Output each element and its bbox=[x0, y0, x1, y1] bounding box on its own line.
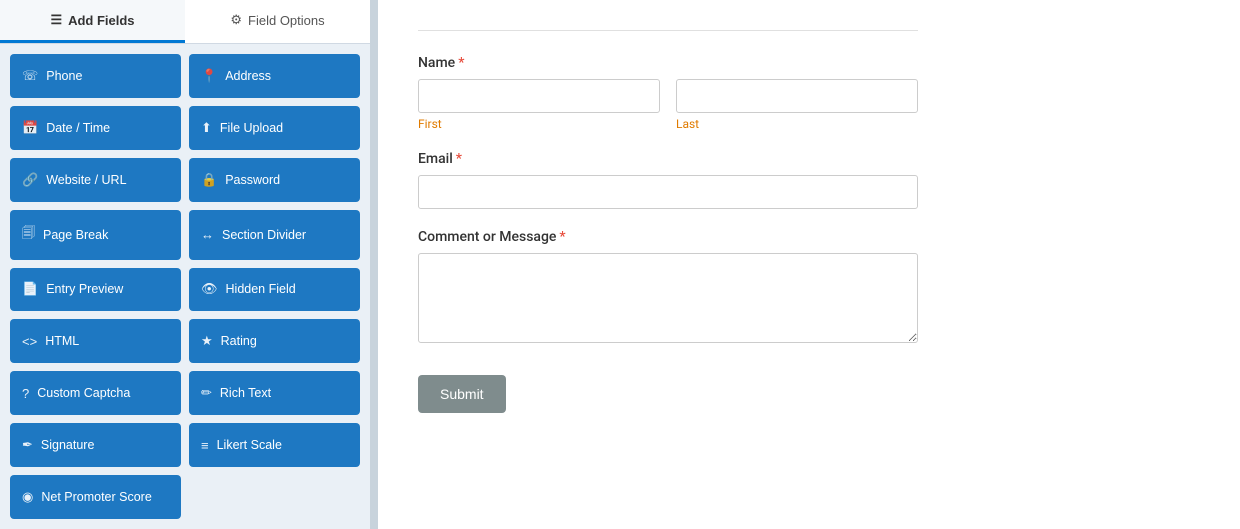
custom-captcha-icon: ? bbox=[22, 386, 29, 401]
message-label: Comment or Message* bbox=[418, 229, 918, 245]
likert-scale-label: Likert Scale bbox=[217, 438, 282, 452]
last-name-wrap: Last bbox=[676, 79, 918, 131]
tab-add-fields[interactable]: ☰ Add Fields bbox=[0, 0, 185, 43]
likert-scale-icon: ≡ bbox=[201, 438, 209, 453]
website-icon: 🔗 bbox=[22, 172, 38, 188]
section-divider-label: Section Divider bbox=[222, 228, 306, 242]
field-btn-rating[interactable]: ★ Rating bbox=[189, 319, 360, 363]
field-btn-section-divider[interactable]: ↔ Section Divider bbox=[189, 210, 360, 260]
password-icon: 🔒 bbox=[201, 172, 217, 188]
field-btn-datetime[interactable]: 📅 Date / Time bbox=[10, 106, 181, 150]
right-panel: Name* First Last Email* C bbox=[378, 0, 1240, 529]
table-icon: ☰ bbox=[50, 12, 62, 28]
field-btn-phone[interactable]: ☏ Phone bbox=[10, 54, 181, 98]
first-name-wrap: First bbox=[418, 79, 660, 131]
fields-grid: ☏ Phone 📍 Address 📅 Date / Time ⬆ File Upload 🔗 W… bbox=[0, 44, 370, 529]
panel-divider[interactable] bbox=[370, 0, 378, 529]
page-break-label: Page Break bbox=[43, 228, 108, 242]
net-promoter-icon: ◉ bbox=[22, 489, 33, 505]
custom-captcha-label: Custom Captcha bbox=[37, 386, 130, 400]
rating-label: Rating bbox=[221, 334, 257, 348]
hidden-field-label: Hidden Field bbox=[226, 282, 296, 296]
file-upload-icon: ⬆ bbox=[201, 120, 212, 136]
name-field-group: Name* First Last bbox=[418, 55, 918, 131]
first-name-input[interactable] bbox=[418, 79, 660, 113]
form-section: Name* First Last Email* C bbox=[418, 30, 918, 413]
message-textarea[interactable] bbox=[418, 253, 918, 343]
signature-label: Signature bbox=[41, 438, 95, 452]
first-name-sublabel: First bbox=[418, 117, 660, 131]
form-top-divider bbox=[418, 30, 918, 31]
signature-icon: ✒ bbox=[22, 437, 33, 453]
field-btn-page-break[interactable]: 🗐 Page Break bbox=[10, 210, 181, 260]
field-btn-address[interactable]: 📍 Address bbox=[189, 54, 360, 98]
field-btn-password[interactable]: 🔒 Password bbox=[189, 158, 360, 202]
message-required-star: * bbox=[559, 229, 565, 245]
address-label: Address bbox=[225, 69, 271, 83]
page-break-icon: 🗐 bbox=[22, 224, 35, 246]
left-panel: ☰ Add Fields ⚙ Field Options ☏ Phone 📍 Addr… bbox=[0, 0, 370, 529]
hidden-field-icon: 👁 bbox=[201, 281, 218, 297]
submit-button[interactable]: Submit bbox=[418, 375, 506, 413]
field-btn-custom-captcha[interactable]: ? Custom Captcha bbox=[10, 371, 181, 415]
name-fields-row: First Last bbox=[418, 79, 918, 131]
phone-label: Phone bbox=[46, 69, 82, 83]
last-name-sublabel: Last bbox=[676, 117, 918, 131]
name-label: Name* bbox=[418, 55, 918, 71]
email-required-star: * bbox=[456, 151, 462, 167]
address-icon: 📍 bbox=[201, 68, 217, 84]
field-btn-file-upload[interactable]: ⬆ File Upload bbox=[189, 106, 360, 150]
entry-preview-icon: 📄 bbox=[22, 281, 38, 297]
field-btn-html[interactable]: <> HTML bbox=[10, 319, 181, 363]
section-divider-icon: ↔ bbox=[201, 227, 214, 242]
last-name-input[interactable] bbox=[676, 79, 918, 113]
file-upload-label: File Upload bbox=[220, 121, 283, 135]
datetime-icon: 📅 bbox=[22, 120, 38, 136]
email-input[interactable] bbox=[418, 175, 918, 209]
field-btn-hidden-field[interactable]: 👁 Hidden Field bbox=[189, 268, 360, 312]
website-label: Website / URL bbox=[46, 173, 126, 187]
password-label: Password bbox=[225, 173, 280, 187]
tab-field-options[interactable]: ⚙ Field Options bbox=[185, 0, 370, 43]
html-label: HTML bbox=[45, 334, 79, 348]
rating-icon: ★ bbox=[201, 333, 213, 349]
html-icon: <> bbox=[22, 334, 37, 349]
field-btn-signature[interactable]: ✒ Signature bbox=[10, 423, 181, 467]
field-btn-likert-scale[interactable]: ≡ Likert Scale bbox=[189, 423, 360, 467]
field-btn-website[interactable]: 🔗 Website / URL bbox=[10, 158, 181, 202]
rich-text-icon: ✏ bbox=[201, 385, 212, 401]
field-btn-rich-text[interactable]: ✏ Rich Text bbox=[189, 371, 360, 415]
net-promoter-label: Net Promoter Score bbox=[41, 490, 151, 504]
datetime-label: Date / Time bbox=[46, 121, 110, 135]
entry-preview-label: Entry Preview bbox=[46, 282, 123, 296]
email-label: Email* bbox=[418, 151, 918, 167]
rich-text-label: Rich Text bbox=[220, 386, 271, 400]
field-btn-net-promoter[interactable]: ◉ Net Promoter Score bbox=[10, 475, 181, 519]
field-btn-entry-preview[interactable]: 📄 Entry Preview bbox=[10, 268, 181, 312]
name-required-star: * bbox=[458, 55, 464, 71]
tabs-header: ☰ Add Fields ⚙ Field Options bbox=[0, 0, 370, 44]
gear-icon: ⚙ bbox=[230, 12, 242, 28]
email-field-group: Email* bbox=[418, 151, 918, 209]
phone-icon: ☏ bbox=[22, 68, 38, 84]
message-field-group: Comment or Message* bbox=[418, 229, 918, 347]
